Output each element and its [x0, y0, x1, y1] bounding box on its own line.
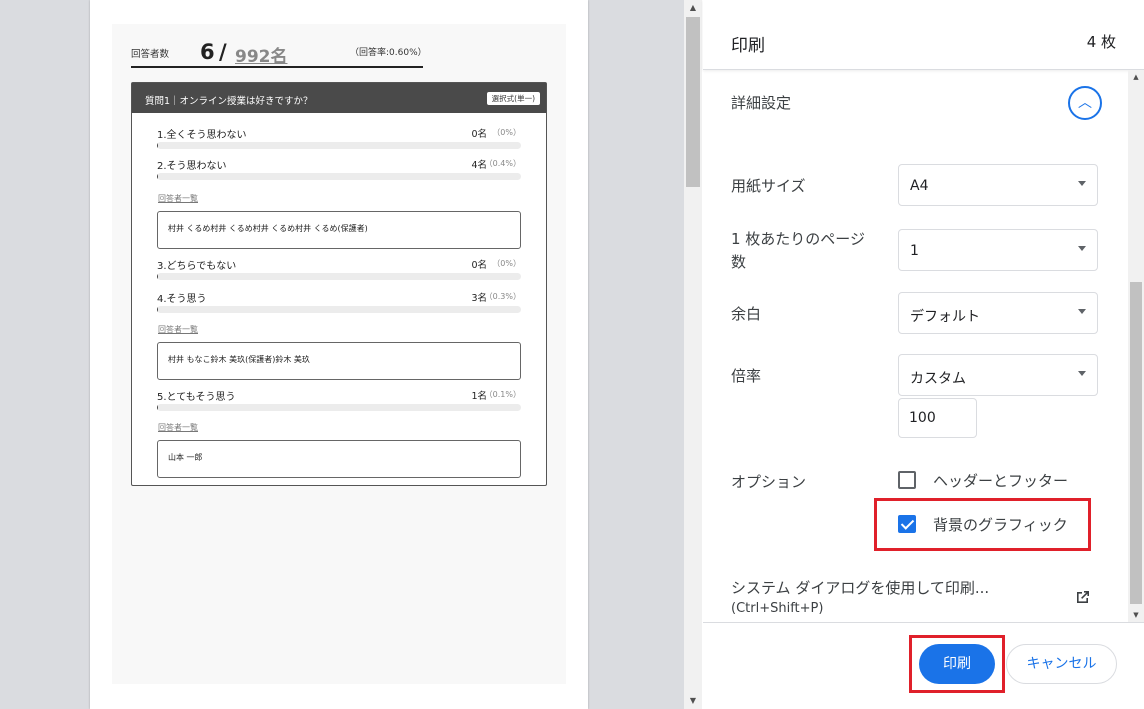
- question-card: 質問1｜オンライン授業は好きですか？ 選択式(単一) 1.全くそう思わない 0名…: [131, 82, 547, 486]
- option-bar: [157, 173, 521, 180]
- option-bar: [157, 273, 521, 280]
- option-label: 1.全くそう思わない: [157, 130, 247, 141]
- headers-footers-checkbox[interactable]: [898, 471, 916, 489]
- page-content: 回答者数 6 / 992名 （回答率:0.60%） 質問1｜オンライン授業は好き…: [112, 24, 566, 684]
- pages-per-sheet-select[interactable]: 1: [898, 229, 1098, 271]
- respondent-count-label: 回答者数: [131, 49, 170, 60]
- question-header: 質問1｜オンライン授業は好きですか？ 選択式(単一): [132, 83, 546, 113]
- responder-list-box: 村井 もなこ鈴木 美玖(保護者)鈴木 美玖: [157, 342, 521, 380]
- print-preview-area: 回答者数 6 / 992名 （回答率:0.60%） 質問1｜オンライン授業は好き…: [0, 0, 684, 709]
- panel-footer: 印刷 キャンセル: [703, 622, 1144, 709]
- scale-select[interactable]: カスタム: [898, 354, 1098, 396]
- option-bar-fill: [157, 404, 158, 411]
- option-bar-fill: [157, 142, 158, 149]
- question-type-badge: 選択式(単一): [486, 92, 540, 105]
- scale-label: 倍率: [731, 367, 762, 385]
- option-percent: （0%）: [492, 128, 521, 137]
- option-bar: [157, 404, 521, 411]
- chevron-up-icon: ︿: [1078, 95, 1092, 111]
- margins-value: デフォルト: [910, 309, 980, 325]
- option-percent: （0%）: [492, 259, 521, 268]
- scale-value: カスタム: [910, 371, 966, 387]
- respondent-summary: 回答者数 6 / 992名 （回答率:0.60%）: [131, 40, 427, 68]
- responder-list-link: 回答者一覧: [158, 194, 198, 203]
- pages-per-sheet-value: 1: [910, 243, 919, 259]
- response-rate: （回答率:0.60%）: [350, 48, 427, 58]
- background-graphics-label[interactable]: 背景のグラフィック: [933, 514, 1068, 535]
- answer-option: 4.そう思う 3名 （0.3%）: [157, 290, 521, 313]
- margins-select[interactable]: デフォルト: [898, 292, 1098, 334]
- scrollbar-thumb[interactable]: [686, 17, 700, 187]
- option-label: 3.どちらでもない: [157, 261, 237, 272]
- open-external-icon[interactable]: [1075, 589, 1091, 605]
- pages-per-sheet-label-line2: 数: [731, 253, 747, 271]
- option-bar: [157, 142, 521, 149]
- option-label: 2.そう思わない: [157, 161, 227, 172]
- answer-option: 3.どちらでもない 0名 （0%）: [157, 257, 521, 280]
- pages-per-sheet-label: 1 枚あたりのページ: [731, 230, 866, 248]
- scroll-up-arrow-icon[interactable]: ▲: [1128, 70, 1144, 84]
- respondent-total: 992名: [235, 47, 288, 67]
- system-dialog-shortcut: (Ctrl+Shift+P): [731, 601, 824, 616]
- settings-scrollbar[interactable]: ▲ ▼: [1128, 70, 1144, 622]
- respondent-slash: /: [219, 40, 227, 64]
- responder-list-box: 村井 くるめ村井 くるめ村井 くるめ村井 くるめ(保護者): [157, 211, 521, 249]
- responder-list-link: 回答者一覧: [158, 423, 198, 432]
- scroll-down-arrow-icon[interactable]: ▼: [684, 693, 702, 709]
- paper-size-value: A4: [910, 178, 929, 194]
- answer-option: 5.とてもそう思う 1名 （0.1%）: [157, 388, 521, 411]
- settings-scrollbar-thumb[interactable]: [1130, 282, 1142, 604]
- scale-percent-input[interactable]: [898, 398, 977, 438]
- dropdown-arrow-icon: [1078, 371, 1086, 376]
- preview-page: 回答者数 6 / 992名 （回答率:0.60%） 質問1｜オンライン授業は好き…: [90, 0, 588, 709]
- collapse-advanced-button[interactable]: ︿: [1068, 86, 1102, 120]
- option-label: 4.そう思う: [157, 294, 207, 305]
- responder-list-link: 回答者一覧: [158, 325, 198, 334]
- option-count: 0名: [471, 260, 487, 271]
- option-percent: （0.3%）: [484, 292, 521, 301]
- scroll-up-arrow-icon[interactable]: ▲: [684, 0, 702, 16]
- advanced-settings-label[interactable]: 詳細設定: [731, 92, 791, 113]
- dropdown-arrow-icon: [1078, 181, 1086, 186]
- option-bar-fill: [157, 173, 159, 180]
- option-bar-fill: [157, 306, 159, 313]
- print-settings-panel: 印刷 4 枚 詳細設定 ︿ 用紙サイズ A4 1 枚あたりのページ 数 1 余白…: [703, 0, 1144, 709]
- responder-names: 山本 一郎: [168, 453, 203, 462]
- panel-title: 印刷: [731, 36, 765, 56]
- cancel-button[interactable]: キャンセル: [1006, 644, 1117, 684]
- option-count: 0名: [471, 129, 487, 140]
- responder-list-box: 山本 一郎: [157, 440, 521, 478]
- dropdown-arrow-icon: [1078, 246, 1086, 251]
- option-bar-fill: [157, 273, 158, 280]
- responder-names: 村井 くるめ村井 くるめ村井 くるめ村井 くるめ(保護者): [168, 224, 368, 233]
- preview-scrollbar[interactable]: ▲ ▼: [684, 0, 702, 709]
- sheet-count: 4 枚: [1086, 33, 1116, 51]
- responder-names: 村井 もなこ鈴木 美玖(保護者)鈴木 美玖: [168, 355, 310, 364]
- panel-header: 印刷 4 枚: [703, 0, 1144, 70]
- option-percent: （0.4%）: [484, 159, 521, 168]
- paper-size-select[interactable]: A4: [898, 164, 1098, 206]
- question-title: 質問1｜オンライン授業は好きですか？: [145, 96, 313, 107]
- system-dialog-link[interactable]: システム ダイアログを使用して印刷...: [731, 577, 989, 598]
- option-percent: （0.1%）: [484, 390, 521, 399]
- options-label: オプション: [731, 473, 807, 491]
- option-bar: [157, 306, 521, 313]
- option-label: 5.とてもそう思う: [157, 392, 236, 403]
- print-button[interactable]: 印刷: [919, 644, 995, 684]
- answer-option: 1.全くそう思わない 0名 （0%）: [157, 126, 521, 149]
- background-graphics-checkbox[interactable]: [898, 515, 916, 533]
- scroll-down-arrow-icon[interactable]: ▼: [1128, 608, 1144, 622]
- margins-label: 余白: [731, 305, 762, 323]
- headers-footers-label[interactable]: ヘッダーとフッター: [933, 470, 1068, 491]
- paper-size-label: 用紙サイズ: [731, 177, 806, 195]
- answer-option: 2.そう思わない 4名 （0.4%）: [157, 157, 521, 180]
- dropdown-arrow-icon: [1078, 309, 1086, 314]
- respondent-count: 6: [200, 40, 215, 64]
